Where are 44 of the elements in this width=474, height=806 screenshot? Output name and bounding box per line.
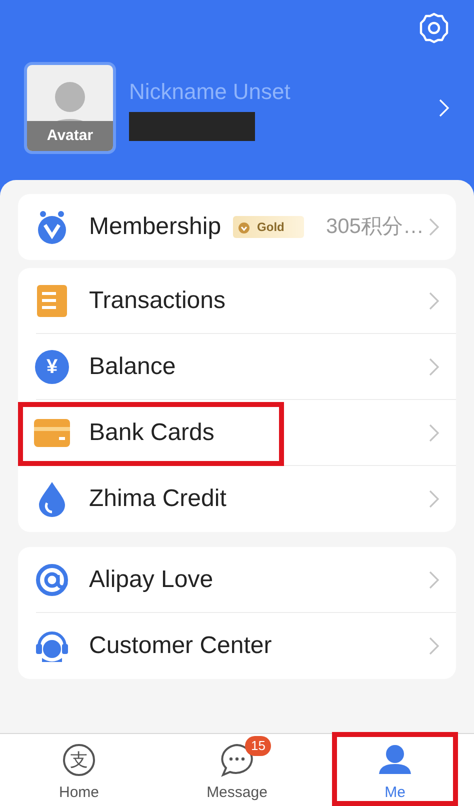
points-value: 305积分… <box>326 214 424 240</box>
tab-label: Home <box>58 783 99 803</box>
menu-row[interactable]: Zhima Credit <box>18 466 456 532</box>
yuan-icon: ¥ <box>35 350 69 384</box>
unread-badge: 15 <box>245 736 272 756</box>
alipay-logo-icon: 支 <box>63 744 95 776</box>
menu-row[interactable]: Alipay Love <box>18 547 456 613</box>
row-label: Bank Cards <box>89 418 214 448</box>
card-icon <box>34 419 70 447</box>
menu-row[interactable]: Transactions <box>18 268 456 334</box>
tab-label: Me <box>384 783 406 803</box>
list-icon <box>36 284 68 318</box>
row-label: Customer Center <box>89 631 272 661</box>
row-label: Zhima Credit <box>89 484 226 514</box>
avatar-label: Avatar <box>27 121 113 151</box>
nickname: Nickname Unset <box>129 78 292 106</box>
tab[interactable]: 支 Home <box>0 734 158 806</box>
chevron-icon <box>428 570 440 590</box>
chevron-icon <box>428 423 440 443</box>
chevron-icon <box>428 489 440 509</box>
person-icon <box>377 744 413 776</box>
chevron-icon <box>438 98 450 118</box>
settings-icon[interactable] <box>418 12 450 44</box>
chevron-icon <box>428 291 440 311</box>
chevron-icon <box>428 357 440 377</box>
row-label: Transactions <box>89 286 226 316</box>
avatar[interactable]: Avatar <box>24 62 116 154</box>
level-badge: Gold <box>233 216 304 238</box>
menu-row[interactable]: Membership Gold 305积分… <box>18 194 456 260</box>
drop-icon <box>37 481 67 517</box>
row-label: Balance <box>89 352 176 382</box>
headset-icon <box>34 629 70 663</box>
menu-row[interactable]: Bank Cards <box>18 400 456 466</box>
menu-row[interactable]: ¥ Balance <box>18 334 456 400</box>
row-label: Alipay Love <box>89 565 214 595</box>
chevron-icon <box>428 636 440 656</box>
menu-row[interactable]: Customer Center <box>18 613 456 679</box>
at-sign-icon <box>35 563 69 597</box>
tab-label: Message <box>206 783 268 803</box>
medal-icon <box>237 220 252 234</box>
tab[interactable]: 15 Message <box>158 734 316 806</box>
tab[interactable]: Me <box>316 734 474 806</box>
row-label: Membership <box>89 212 222 242</box>
chevron-icon <box>428 217 440 237</box>
